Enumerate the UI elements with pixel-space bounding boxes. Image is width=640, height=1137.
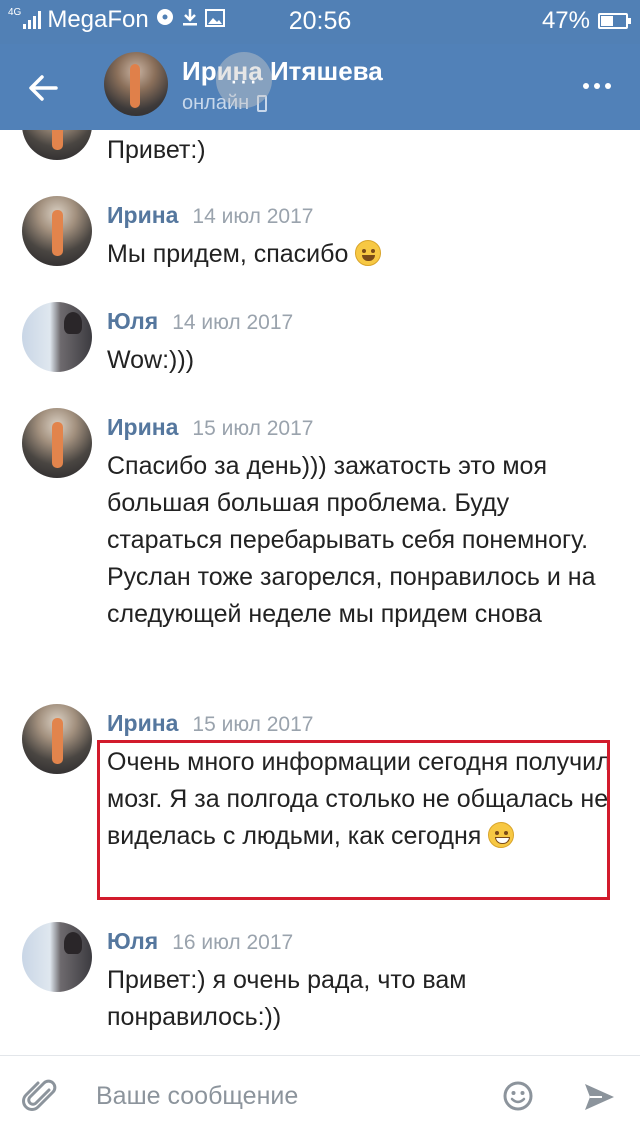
more-dots-icon [583, 83, 589, 89]
message-meta: Ирина 15 июл 2017 [107, 710, 313, 737]
message-text: Мы придем, спасибо [107, 240, 349, 268]
avatar[interactable] [22, 704, 92, 774]
smiley-icon [503, 1081, 533, 1111]
message-date: 16 июл 2017 [172, 931, 294, 954]
message-date: 15 июл 2017 [192, 417, 314, 440]
floating-overlay-button[interactable]: ··· [216, 52, 272, 108]
chat-header: Ирина Итяшева онлайн ··· [0, 44, 640, 130]
attach-button[interactable] [22, 1078, 60, 1116]
status-right: 47% [541, 7, 631, 35]
message-meta: Юля 14 июл 2017 [107, 308, 293, 335]
message-meta: Юля 16 июл 2017 [107, 928, 293, 955]
avatar[interactable] [22, 922, 92, 992]
smile-emoji-icon [355, 240, 382, 266]
contact-avatar[interactable] [104, 52, 168, 116]
back-button[interactable] [22, 66, 66, 110]
battery-icon [598, 13, 631, 29]
avatar[interactable] [22, 196, 92, 266]
avatar[interactable] [22, 302, 92, 372]
message-date: 14 июл 2017 [192, 205, 314, 228]
message-author[interactable]: Юля [107, 928, 158, 955]
paperclip-icon [22, 1079, 57, 1111]
message-author[interactable]: Ирина [107, 202, 178, 229]
message-date: 14 июл 2017 [172, 311, 294, 334]
message-meta: Ирина 14 июл 2017 [107, 202, 313, 229]
message-text: Привет:) [107, 136, 206, 164]
compose-bar [0, 1055, 640, 1137]
send-button[interactable] [582, 1080, 616, 1114]
more-options-button[interactable] [580, 74, 614, 98]
contact-name[interactable]: Ирина Итяшева [182, 56, 383, 87]
message-author[interactable]: Ирина [107, 414, 178, 441]
message-author[interactable]: Юля [107, 308, 158, 335]
battery-percent: 47% [541, 7, 590, 34]
message-text: Wow:))) [107, 346, 195, 374]
send-arrow-icon [585, 1084, 614, 1110]
arrow-left-icon [29, 75, 58, 101]
message-date: 15 июл 2017 [192, 713, 314, 736]
message-text: Спасибо за день))) зажатость это моя бол… [107, 452, 596, 628]
message-input[interactable] [96, 1076, 476, 1116]
message-meta: Ирина 15 июл 2017 [107, 414, 313, 441]
message-text-wrap: Мы придем, спасибо [107, 236, 612, 273]
message-text: Привет:) я очень рада, что вам понравило… [107, 966, 467, 1031]
message-list[interactable]: Привет:) Ирина 14 июл 2017 Мы придем, сп… [0, 130, 640, 1055]
avatar[interactable] [22, 130, 92, 160]
overlay-dots: ··· [229, 64, 259, 95]
message-author[interactable]: Ирина [107, 710, 178, 737]
highlight-box [97, 740, 610, 900]
avatar[interactable] [22, 408, 92, 478]
status-bar: 4G MegaFon 20:56 47% [0, 0, 640, 44]
emoji-button[interactable] [502, 1080, 534, 1112]
